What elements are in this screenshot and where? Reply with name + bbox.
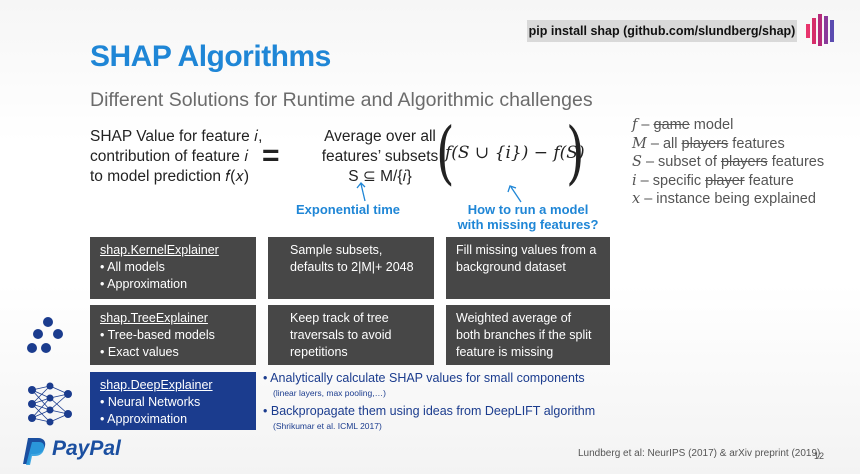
list-item: Approximation — [100, 411, 246, 428]
bullet-sub: (Shrikumar et al. ICML 2017) — [273, 421, 382, 431]
arrow-icon — [356, 182, 366, 202]
box-text: background dataset — [456, 260, 566, 274]
page-number: 12 — [814, 451, 825, 461]
box-text: Sample subsets, — [290, 243, 383, 257]
lhs-line-1: SHAP Value for feature 𝑖, — [90, 128, 263, 145]
box-text: both branches if the split — [456, 328, 592, 342]
kernel-explainer-title: shap.KernelExplainer — [100, 243, 219, 257]
right-paren-icon: ) — [565, 114, 585, 193]
shap-value-definition: SHAP Value for feature 𝑖, contribution o… — [90, 127, 280, 187]
box-text: repetitions — [290, 345, 348, 359]
annot-right-line-2: with missing features? — [457, 217, 599, 232]
legend-item: f – game model — [632, 117, 734, 133]
citation: Lundberg et al: NeurIPS (2017) & arXiv p… — [578, 448, 821, 459]
lhs-line-3: to model prediction 𝑓(𝑥) — [90, 168, 250, 185]
annot-missing-features: How to run a model with missing features… — [448, 202, 608, 232]
tree-missing-box: Weighted average of both branches if the… — [446, 305, 610, 365]
bullet-sub: (linear layers, max pooling,…) — [273, 388, 386, 398]
list-item: Approximation — [100, 276, 246, 293]
marginal-contribution-formula: f(S ∪ {i}) − f(S) — [445, 143, 585, 163]
box-text: Weighted average of — [456, 311, 572, 325]
annot-exponential-time: Exponential time — [295, 202, 401, 217]
tree-explainer-box: shap.TreeExplainer Tree-based models Exa… — [90, 305, 256, 365]
box-text: feature is missing — [456, 345, 554, 359]
box-text: defaults to 2|M|+ 2048 — [290, 260, 414, 274]
deep-explainer-title: shap.DeepExplainer — [100, 378, 213, 392]
lhs-line-2: contribution of feature 𝑖 — [90, 148, 249, 165]
tree-runtime-box: Keep track of tree traversals to avoid r… — [268, 305, 434, 365]
box-text: Keep track of tree — [290, 311, 389, 325]
kernel-missing-box: Fill missing values from a background da… — [446, 237, 610, 299]
bullet-main: Analytically calculate SHAP values for s… — [263, 371, 623, 386]
page-subtitle: Different Solutions for Runtime and Algo… — [90, 89, 593, 111]
list-item: Tree-based models — [100, 327, 246, 344]
box-text: traversals to avoid — [290, 328, 392, 342]
deep-explainer-box: shap.DeepExplainer Neural Networks Appro… — [90, 372, 256, 430]
notation-legend: f – game model M – all players features … — [632, 116, 824, 209]
arrow-icon — [507, 185, 522, 203]
equals-sign: = — [262, 139, 280, 172]
kernel-explainer-box: shap.KernelExplainer All models Approxim… — [90, 237, 256, 299]
legend-item: i – specific player feature — [632, 172, 794, 189]
paypal-logo-icon — [23, 438, 46, 465]
install-badge: pip install shap (github.com/slundberg/s… — [527, 20, 797, 42]
list-item: Neural Networks — [100, 394, 246, 411]
shap-logo-icon — [806, 14, 834, 46]
legend-item: M – all players features — [632, 135, 785, 152]
legend-item: S – subset of players features — [632, 154, 825, 170]
page-title: SHAP Algorithms — [90, 40, 331, 73]
list-item: All models — [100, 259, 246, 276]
kernel-runtime-box: Sample subsets, defaults to 2|M|+ 2048 — [268, 237, 434, 299]
tree-icon — [27, 317, 63, 353]
bullet-main: Backpropagate them using ideas from Deep… — [263, 404, 623, 419]
list-item: Exact values — [100, 344, 246, 361]
neural-network-icon — [28, 382, 72, 426]
box-text: Fill missing values from a — [456, 243, 597, 257]
paypal-wordmark: PayPal — [52, 437, 121, 460]
annot-right-line-1: How to run a model — [467, 202, 589, 217]
legend-item: x – instance being explained — [632, 191, 816, 207]
deep-explainer-bullets: Analytically calculate SHAP values for s… — [263, 371, 623, 437]
tree-explainer-title: shap.TreeExplainer — [100, 311, 208, 325]
